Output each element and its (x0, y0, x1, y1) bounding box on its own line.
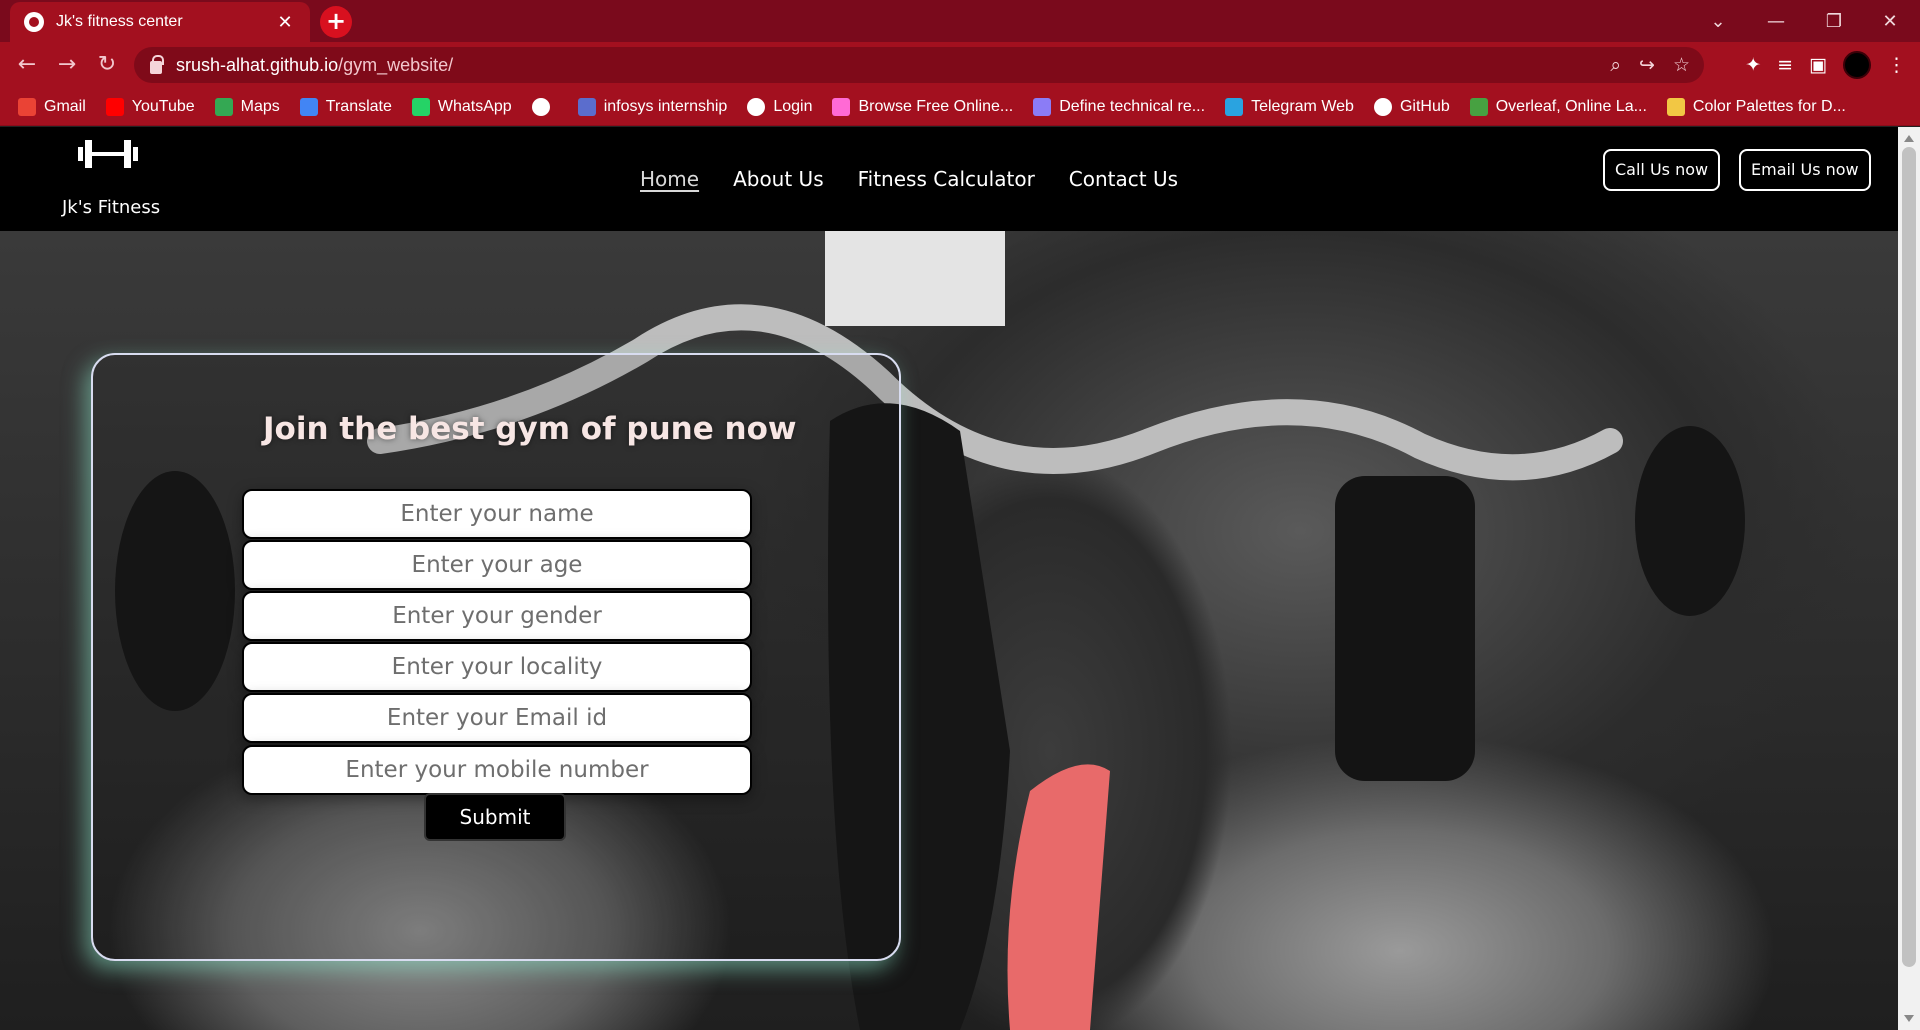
side-panel-icon[interactable]: ▣ (1809, 54, 1827, 76)
scroll-up-arrow-icon[interactable] (1904, 135, 1914, 142)
pink-top-shape (1007, 764, 1110, 1030)
tab-title: Jk's fitness center (56, 13, 183, 30)
bookmark-favicon-icon (411, 97, 430, 116)
right-glove (1635, 426, 1745, 616)
bookmark-item[interactable]: Color Palettes for D... (1666, 97, 1846, 116)
bookmark-favicon-icon (531, 97, 550, 116)
scrollbar-thumb[interactable] (1902, 147, 1916, 967)
bookmark-item[interactable]: Browse Free Online... (832, 97, 1014, 116)
bookmark-favicon-icon (577, 97, 596, 116)
extensions-icon[interactable]: ✦ (1745, 54, 1761, 76)
tab-close-icon[interactable]: ✕ (274, 12, 296, 33)
bookmark-favicon-icon (299, 97, 318, 116)
bookmark-item[interactable]: infosys internship (577, 97, 728, 116)
nav-link-fitness-calculator[interactable]: Fitness Calculator (858, 167, 1035, 191)
site-header: Jk's Fitness Home About Us Fitness Calcula… (0, 127, 1898, 231)
page-viewport: Jk's Fitness Home About Us Fitness Calcula… (0, 127, 1898, 1030)
profile-avatar[interactable] (1843, 51, 1871, 79)
dumbbell-icon (78, 140, 138, 168)
bookmark-item[interactable]: Maps (214, 97, 280, 116)
bookmark-item[interactable]: WhatsApp (411, 97, 512, 116)
bookmark-item[interactable]: GitHub (1373, 97, 1450, 116)
bookmark-favicon-icon (747, 97, 766, 116)
call-us-button[interactable]: Call Us now (1603, 149, 1721, 191)
url-text: srush-alhat.github.io/gym_website/ (176, 55, 453, 76)
bookmark-favicon-icon (105, 97, 124, 116)
browser-tab-active[interactable]: Jk's fitness center ✕ (10, 2, 310, 42)
form-field-4[interactable] (242, 693, 752, 743)
bookmark-star-icon[interactable]: ☆ (1673, 54, 1690, 76)
bookmark-favicon-icon (18, 97, 36, 116)
submit-button[interactable]: Submit (424, 793, 566, 841)
nav-link-contact-us[interactable]: Contact Us (1069, 167, 1178, 191)
window-close-button[interactable]: ✕ (1862, 0, 1918, 42)
menu-kebab-icon[interactable]: ⋮ (1887, 54, 1906, 76)
bookmark-label: Define technical re... (1059, 97, 1206, 115)
new-tab-button[interactable]: + (320, 6, 352, 38)
bookmark-label: Gmail (44, 97, 86, 115)
bookmark-item[interactable]: Translate (299, 97, 392, 116)
globe-icon (24, 12, 44, 32)
machine-pulley (825, 231, 1005, 326)
lock-icon (150, 54, 164, 74)
forward-button[interactable]: → (52, 50, 82, 80)
bookmark-label: GitHub (1399, 97, 1450, 115)
bookmark-favicon-icon (832, 97, 851, 116)
bookmark-item[interactable]: Login (747, 97, 813, 116)
address-bar[interactable]: srush-alhat.github.io/gym_website/ ⌕ ↪ ☆ (134, 47, 1704, 83)
share-icon[interactable]: ↪ (1639, 54, 1655, 76)
form-field-0[interactable] (242, 489, 752, 539)
bookmark-label: WhatsApp (437, 97, 512, 115)
bookmark-favicon-icon (214, 97, 233, 116)
join-form-card: Join the best gym of pune now Submit (91, 353, 901, 961)
form-field-3[interactable] (242, 642, 752, 692)
email-us-button[interactable]: Email Us now (1739, 149, 1871, 191)
url-path: /gym_website/ (338, 54, 454, 75)
url-host: srush-alhat.github.io (176, 54, 339, 75)
bookmark-label: infosys internship (603, 97, 728, 115)
nav-link-home[interactable]: Home (640, 167, 699, 191)
page-scrollbar[interactable] (1898, 127, 1920, 1030)
bookmark-item[interactable]: Telegram Web (1225, 97, 1354, 116)
bookmark-item[interactable]: Gmail (18, 97, 86, 116)
reload-button[interactable]: ↻ (92, 50, 122, 80)
bookmark-label: Login (773, 97, 813, 115)
bookmark-item[interactable] (531, 97, 558, 116)
bookmarks-bar: Gmail YouTube Maps Translate WhatsApp infosys… (0, 88, 1920, 126)
tab-search-icon[interactable]: ⌄ (1690, 0, 1746, 42)
browser-tab-strip: Jk's fitness center ✕ + ⌄ — ❐ ✕ (0, 0, 1920, 42)
main-navigation: Home About Us Fitness Calculator Contact Us (640, 167, 1178, 191)
browser-toolbar: ← → ↻ srush-alhat.github.io/gym_website/… (0, 42, 1920, 88)
bookmark-label: Translate (325, 97, 392, 115)
form-title: Join the best gym of pune now (263, 411, 797, 447)
form-field-5[interactable] (242, 745, 752, 795)
bookmark-label: Telegram Web (1251, 97, 1354, 115)
bookmark-favicon-icon (1469, 97, 1488, 116)
bookmark-favicon-icon (1225, 97, 1244, 116)
zoom-icon[interactable]: ⌕ (1610, 54, 1621, 76)
bookmark-label: Browse Free Online... (858, 97, 1014, 115)
bookmark-label: Overleaf, Online La... (1495, 97, 1647, 115)
form-field-2[interactable] (242, 591, 752, 641)
brand-name[interactable]: Jk's Fitness (62, 197, 160, 218)
window-minimize-button[interactable]: — (1748, 0, 1804, 42)
media-queue-icon[interactable]: ≡ (1777, 54, 1793, 76)
machine-pad (1335, 476, 1475, 781)
bookmark-favicon-icon (1033, 97, 1052, 116)
bookmark-item[interactable]: YouTube (105, 97, 195, 116)
bookmark-item[interactable]: Define technical re... (1033, 97, 1206, 116)
bookmark-favicon-icon (1373, 97, 1392, 116)
window-restore-button[interactable]: ❐ (1806, 0, 1862, 42)
scroll-down-arrow-icon[interactable] (1904, 1015, 1914, 1022)
bookmark-label: YouTube (131, 97, 195, 115)
back-button[interactable]: ← (12, 50, 42, 80)
bookmark-item[interactable]: Overleaf, Online La... (1469, 97, 1647, 116)
bookmark-label: Maps (240, 97, 280, 115)
form-field-1[interactable] (242, 540, 752, 590)
nav-link-about-us[interactable]: About Us (733, 167, 824, 191)
bookmark-label: Color Palettes for D... (1692, 97, 1846, 115)
bookmark-favicon-icon (1666, 97, 1685, 116)
